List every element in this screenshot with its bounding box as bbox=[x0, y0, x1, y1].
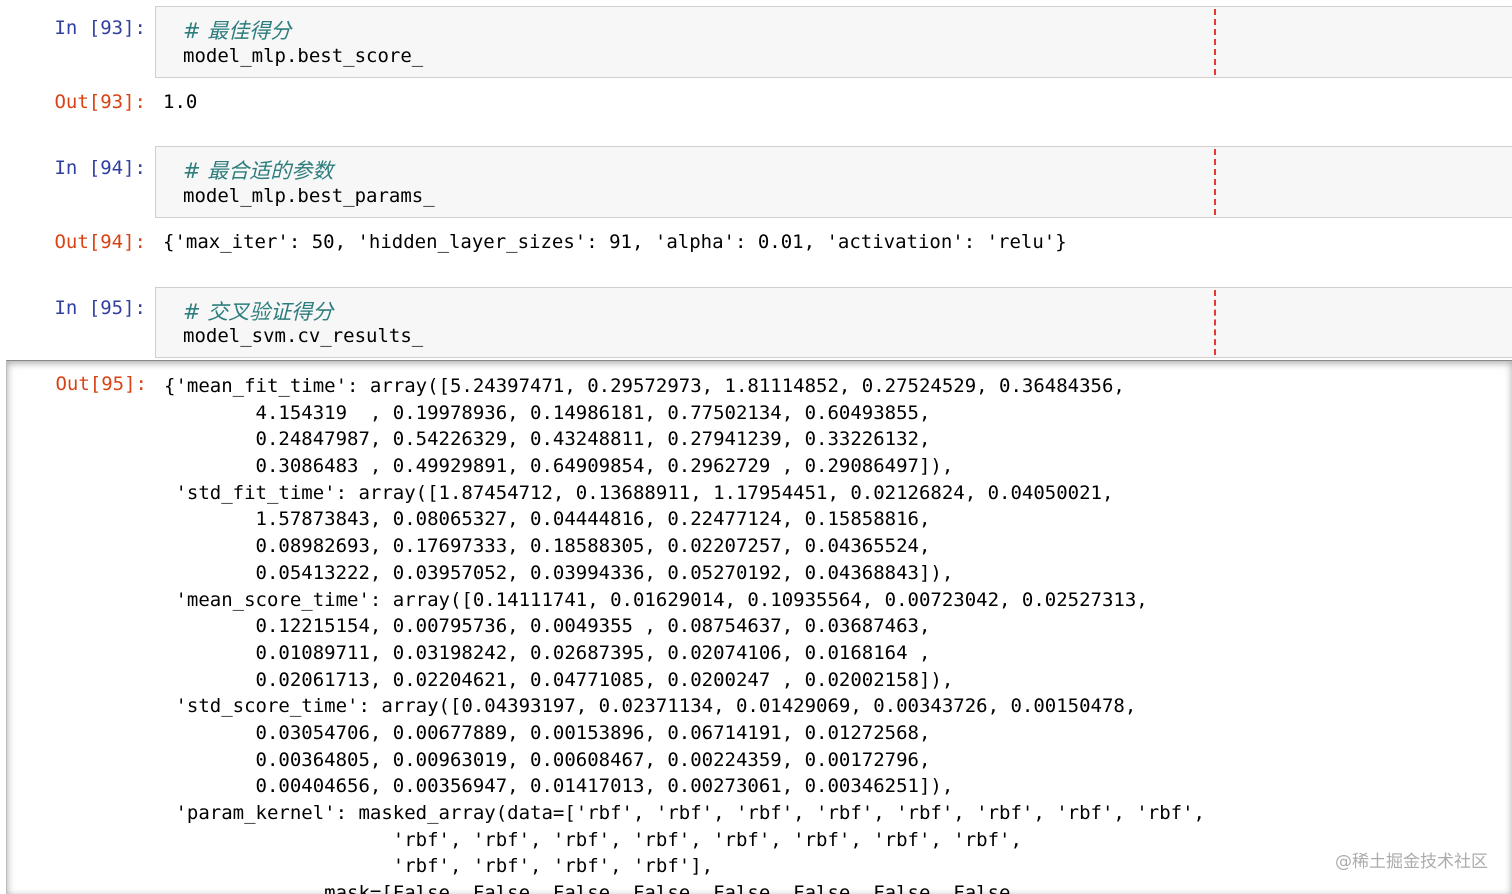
output-line: 'std_fit_time': array([1.87454712, 0.136… bbox=[164, 481, 1114, 504]
output-line: 'rbf', 'rbf', 'rbf', 'rbf', 'rbf', 'rbf'… bbox=[164, 828, 1022, 851]
output-line: 'rbf', 'rbf', 'rbf', 'rbf'], bbox=[164, 855, 714, 878]
output-line: 'mean_score_time': array([0.14111741, 0.… bbox=[164, 588, 1148, 611]
code-comment: # 最合适的参数 bbox=[183, 159, 334, 183]
input-prompt: In [94]: bbox=[54, 157, 146, 179]
cell-output: 1.0 bbox=[163, 91, 198, 113]
code-line: model_mlp.best_params_ bbox=[183, 185, 435, 207]
line-length-ruler bbox=[1214, 290, 1216, 355]
code-line: model_mlp.best_score_ bbox=[183, 45, 424, 67]
output-line: 0.12215154, 0.00795736, 0.0049355 , 0.08… bbox=[164, 615, 931, 638]
line-length-ruler bbox=[1214, 149, 1216, 215]
output-line: 1.57873843, 0.08065327, 0.04444816, 0.22… bbox=[164, 508, 931, 531]
code-comment: # 交叉验证得分 bbox=[183, 300, 334, 324]
output-line: 0.00364805, 0.00963019, 0.00608467, 0.00… bbox=[164, 748, 931, 771]
output-prompt: Out[93]: bbox=[54, 91, 146, 113]
output-line: 0.03054706, 0.00677889, 0.00153896, 0.06… bbox=[164, 721, 931, 744]
output-line: 4.154319 , 0.19978936, 0.14986181, 0.775… bbox=[164, 401, 931, 424]
output-line: 'std_score_time': array([0.04393197, 0.0… bbox=[164, 695, 1137, 718]
output-line: 0.01089711, 0.03198242, 0.02687395, 0.02… bbox=[164, 641, 931, 664]
input-prompt: In [93]: bbox=[54, 17, 146, 39]
output-line: {'mean_fit_time': array([5.24397471, 0.2… bbox=[164, 375, 1125, 397]
line-length-ruler bbox=[1214, 9, 1216, 75]
code-input-area[interactable]: # 最合适的参数 model_mlp.best_params_ bbox=[155, 146, 1512, 218]
output-line: 0.02061713, 0.02204621, 0.04771085, 0.02… bbox=[164, 668, 954, 691]
code-input-area[interactable]: # 最佳得分 model_mlp.best_score_ bbox=[155, 6, 1512, 78]
output-line: 0.08982693, 0.17697333, 0.18588305, 0.02… bbox=[164, 535, 931, 558]
scrolled-output-area[interactable]: Out[95]: {'mean_fit_time': array([5.2439… bbox=[6, 360, 1512, 894]
output-line: 0.05413222, 0.03957052, 0.03994336, 0.05… bbox=[164, 561, 954, 584]
output-line: mask=[False, False, False, False, False,… bbox=[164, 882, 1022, 894]
code-comment: # 最佳得分 bbox=[183, 19, 292, 43]
cv-results-output: {'mean_fit_time': array([5.24397471, 0.2… bbox=[164, 373, 1205, 894]
cell-output: {'max_iter': 50, 'hidden_layer_sizes': 9… bbox=[163, 231, 1067, 253]
output-line: 'param_kernel': masked_array(data=['rbf'… bbox=[164, 802, 1205, 824]
output-prompt: Out[95]: bbox=[55, 373, 147, 395]
input-prompt: In [95]: bbox=[54, 297, 146, 319]
code-line: model_svm.cv_results_ bbox=[183, 325, 424, 347]
output-prompt: Out[94]: bbox=[54, 231, 146, 253]
output-line: 0.3086483 , 0.49929891, 0.64909854, 0.29… bbox=[164, 455, 954, 478]
output-line: 0.00404656, 0.00356947, 0.01417013, 0.00… bbox=[164, 775, 954, 798]
watermark: @稀土掘金技术社区 bbox=[1335, 852, 1488, 872]
output-line: 0.24847987, 0.54226329, 0.43248811, 0.27… bbox=[164, 428, 931, 451]
code-input-area[interactable]: # 交叉验证得分 model_svm.cv_results_ bbox=[155, 287, 1512, 358]
